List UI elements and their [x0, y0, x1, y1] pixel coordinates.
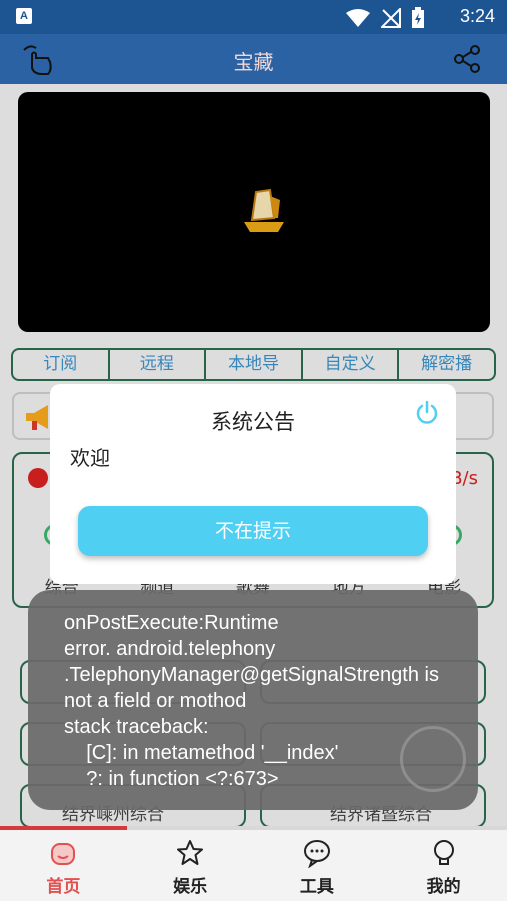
- dialog-message: 欢迎: [70, 446, 110, 470]
- status-bar: A 3:24: [0, 0, 507, 34]
- nav-mine[interactable]: 我的: [380, 830, 507, 901]
- nav-tools[interactable]: 工具: [254, 830, 381, 901]
- dialog-title: 系统公告: [211, 410, 295, 434]
- home-icon: [51, 843, 76, 865]
- bell-button-icon[interactable]: [400, 726, 466, 792]
- nav-label: 工具: [299, 877, 334, 897]
- nav-home[interactable]: 首页: [0, 830, 127, 901]
- battery-icon: [412, 7, 424, 28]
- toast-line: error. android.telephony: [64, 638, 276, 660]
- nav-label: 娱乐: [173, 877, 208, 897]
- nav-label: 首页: [46, 877, 81, 897]
- toast-line: onPostExecute:Runtime: [64, 612, 279, 634]
- title-bar: 宝藏: [0, 34, 507, 84]
- toast-line: not a field or mothod: [64, 690, 247, 712]
- chat-icon: [303, 840, 330, 868]
- clock: 3:24: [459, 6, 495, 26]
- nav-label: 我的: [426, 877, 461, 897]
- dont-show-again-button[interactable]: 不在提示: [78, 506, 428, 556]
- bulb-icon: [433, 840, 454, 865]
- error-toast: onPostExecute:Runtime error. android.tele…: [28, 590, 478, 810]
- page-title: 宝藏: [233, 50, 274, 74]
- no-signal-icon: [381, 8, 401, 28]
- status-icons: [345, 7, 425, 29]
- wifi-icon: [346, 9, 370, 27]
- bottom-nav: 首页 娱乐 工具 我的: [0, 830, 507, 901]
- star-icon: [177, 840, 204, 865]
- power-icon[interactable]: [414, 400, 440, 426]
- share-icon[interactable]: [453, 44, 483, 74]
- nav-entertainment[interactable]: 娱乐: [127, 830, 254, 901]
- toast-line: stack traceback:: [64, 716, 209, 738]
- toast-line: [C]: in metamethod '__index': [64, 742, 339, 764]
- toast-line: .TelephonyManager@getSignalStrength is: [64, 664, 439, 686]
- toast-line: ?: in function <?:673>: [64, 768, 279, 790]
- announcement-dialog: 系统公告 欢迎 不在提示: [50, 384, 456, 584]
- app-notification-icon: A: [16, 8, 32, 24]
